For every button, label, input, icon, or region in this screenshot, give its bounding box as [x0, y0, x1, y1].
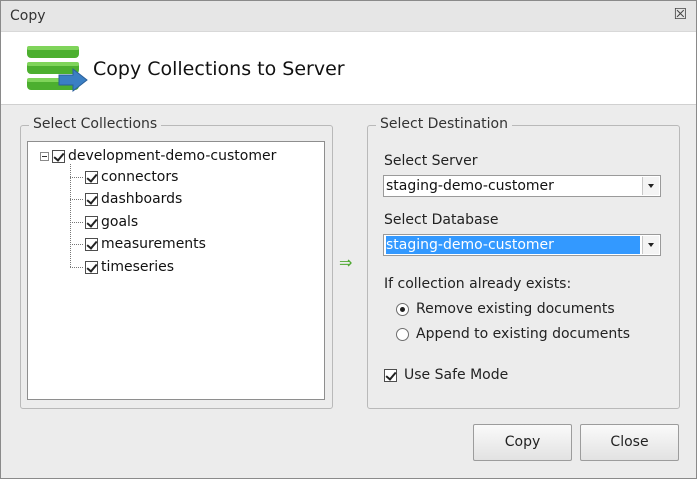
remove-existing-label: Remove existing documents — [416, 301, 615, 317]
safe-mode-label: Use Safe Mode — [404, 367, 509, 383]
dialog-heading: Copy Collections to Server — [93, 58, 345, 80]
close-window-icon[interactable]: ☒ — [674, 7, 687, 22]
copy-dialog: Copy ☒ Copy Collections to Server Select… — [0, 0, 697, 479]
tree-item-label: timeseries — [101, 259, 175, 275]
append-existing-option[interactable]: Append to existing documents — [396, 326, 630, 342]
tree-branch-line — [70, 266, 83, 268]
tree-item-goals[interactable]: goals — [70, 212, 138, 232]
tree-item-timeseries[interactable]: timeseries — [70, 257, 174, 277]
select-destination-legend: Select Destination — [376, 116, 512, 132]
tree-root-node[interactable]: development-demo-customer — [40, 146, 276, 166]
select-server-label: Select Server — [384, 153, 478, 169]
append-existing-label: Append to existing documents — [416, 326, 631, 342]
dashboards-checkbox[interactable] — [85, 192, 98, 206]
tree-item-label: measurements — [101, 236, 206, 252]
remove-existing-option[interactable]: Remove existing documents — [396, 301, 615, 317]
tree-item-connectors[interactable]: connectors — [70, 167, 178, 187]
database-select[interactable]: staging-demo-customer — [383, 234, 661, 256]
select-collections-legend: Select Collections — [29, 116, 162, 132]
tree-item-measurements[interactable]: measurements — [70, 234, 206, 254]
measurements-checkbox[interactable] — [85, 237, 98, 251]
tree-item-dashboards[interactable]: dashboards — [70, 189, 182, 209]
root-checkbox[interactable] — [52, 149, 65, 163]
tree-item-label: connectors — [101, 169, 179, 185]
server-select-value: staging-demo-customer — [386, 178, 554, 194]
tree-branch-line — [70, 221, 83, 223]
database-select-value: staging-demo-customer — [386, 236, 640, 254]
server-select[interactable]: staging-demo-customer — [383, 175, 661, 197]
tree-root-label: development-demo-customer — [68, 148, 277, 164]
dialog-header: Copy Collections to Server — [1, 31, 696, 105]
collapse-toggle-icon[interactable] — [40, 151, 49, 161]
connectors-checkbox[interactable] — [85, 170, 98, 184]
select-database-label: Select Database — [384, 212, 499, 228]
stacked-database-arrow-icon — [27, 46, 88, 93]
safe-mode-option[interactable]: Use Safe Mode — [384, 367, 508, 383]
tree-item-label: dashboards — [101, 191, 183, 207]
collection-exists-label: If collection already exists: — [384, 276, 572, 292]
right-arrow-icon: ⇒ — [339, 253, 353, 272]
tree-branch-line — [70, 198, 83, 200]
title-bar: Copy ☒ — [1, 1, 696, 31]
tree-branch-line — [70, 243, 83, 245]
close-button[interactable]: Close — [580, 424, 679, 461]
append-existing-radio[interactable] — [396, 327, 409, 341]
collections-tree[interactable]: development-demo-customer connectors das… — [27, 141, 325, 400]
chevron-down-icon[interactable] — [642, 236, 659, 254]
tree-branch-line — [70, 176, 83, 178]
chevron-down-icon[interactable] — [642, 177, 659, 195]
tree-item-label: goals — [101, 214, 139, 230]
remove-existing-radio[interactable] — [396, 302, 409, 316]
goals-checkbox[interactable] — [85, 215, 98, 229]
copy-button[interactable]: Copy — [473, 424, 572, 461]
window-title: Copy — [10, 8, 46, 24]
timeseries-checkbox[interactable] — [85, 260, 98, 274]
safe-mode-checkbox[interactable] — [384, 368, 397, 382]
